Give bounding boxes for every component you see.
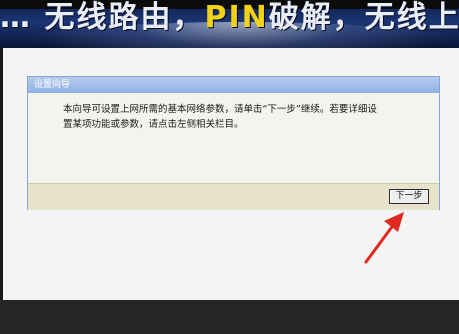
panel-body: 本向导可设置上网所需的基本网络参数，请单击“下一步”继续。若要详细设 置某项功能… [28,93,439,182]
banner-headline: … 无线路由，PIN破解，无线上网新选择 [0,0,459,36]
next-button[interactable]: 下一步 [389,189,429,204]
banner-text-part1: … 无线路由， [0,0,205,35]
panel-message-line2: 置某项功能或参数，请点击左侧相关栏目。 [63,119,244,130]
banner-text-accent: PIN [204,0,269,35]
arrow-shaft [364,222,396,264]
panel-footer: 下一步 [28,183,439,210]
panel-message-line1: 本向导可设置上网所需的基本网络参数，请单击“下一步”继续。若要详细设 [63,104,377,115]
banner-text-part2: 破解，无线上网新选择 [268,0,459,35]
arrow-head [384,212,404,232]
setup-wizard-panel: 设置向导 本向导可设置上网所需的基本网络参数，请单击“下一步”继续。若要详细设 … [27,76,440,210]
bottom-bar [0,300,459,334]
panel-title: 设置向导 [28,77,439,93]
top-banner: … 无线路由，PIN破解，无线上网新选择 [0,0,459,48]
left-edge-stripe [0,48,3,300]
panel-message: 本向导可设置上网所需的基本网络参数，请单击“下一步”继续。若要详细设 置某项功能… [63,102,423,132]
